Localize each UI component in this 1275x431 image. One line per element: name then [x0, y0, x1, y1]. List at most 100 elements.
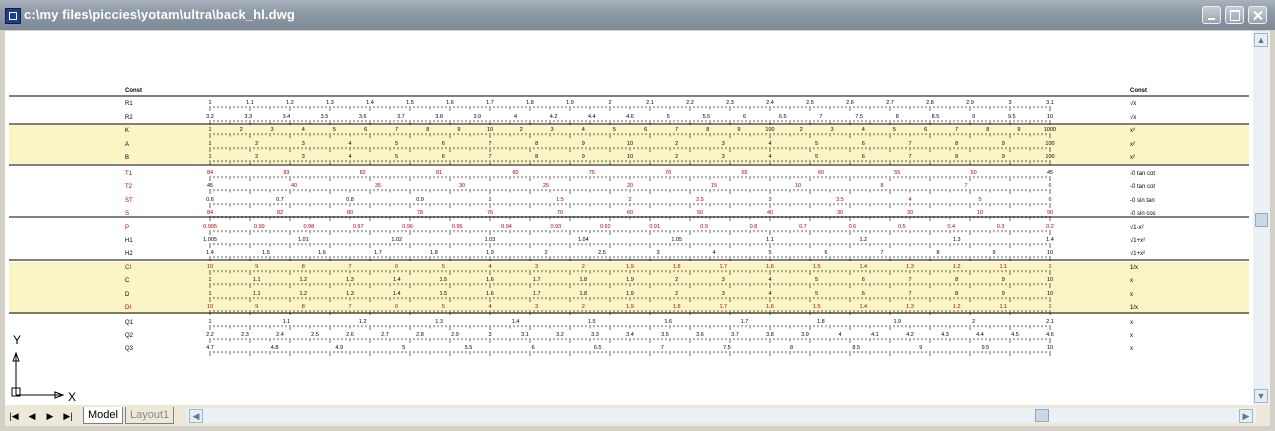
tab-layout1[interactable]: Layout1	[125, 407, 175, 424]
horizontal-scroll-thumb[interactable]	[1035, 409, 1049, 422]
scale-label: 3	[551, 127, 554, 133]
autocad-document-icon[interactable]	[5, 8, 21, 24]
scale-label: 3	[488, 332, 491, 338]
scale-label: 9	[919, 345, 922, 351]
scale-label: 1.01	[298, 237, 309, 243]
scale-label: 3	[1008, 100, 1011, 106]
scale-name: Q2	[125, 333, 134, 339]
scale-label: 7	[908, 277, 911, 283]
scale-label: 1.2	[359, 319, 367, 325]
scale-label: 81	[436, 170, 442, 176]
scale-label: 30	[837, 210, 843, 216]
scale-label: 76	[487, 210, 493, 216]
scale-label: 8	[955, 277, 958, 283]
minimize-button[interactable]	[1202, 6, 1221, 24]
scale-label: 65	[741, 170, 747, 176]
scale-label: 1.5	[406, 100, 414, 106]
autocad-drawing-window: c:\my files\piccies\yotam\ultra\back_hl.…	[0, 0, 1275, 431]
scale-label: 5	[442, 304, 445, 310]
scale-label: 1.1	[283, 319, 291, 325]
first-tab-icon[interactable]: |◀	[7, 409, 21, 423]
scroll-down-button[interactable]: ▼	[1254, 389, 1268, 403]
scale-label: 20	[907, 210, 913, 216]
scale-ticks	[209, 243, 1051, 248]
scale-label: 9	[972, 114, 975, 120]
scale-label: 1.6	[486, 277, 494, 283]
scale-label: 1.1	[766, 237, 774, 243]
scale-label: 5	[395, 141, 398, 147]
scale-label: 7	[348, 304, 351, 310]
scale-formula: x	[1130, 333, 1133, 339]
scale-label: 2	[240, 127, 243, 133]
next-tab-icon[interactable]: ▶	[43, 409, 57, 423]
scale-label: 2	[628, 197, 631, 203]
tab-model[interactable]: Model	[83, 407, 123, 424]
scale-label: 7	[955, 127, 958, 133]
scale-label: 5	[815, 291, 818, 297]
scale-label: 0.6	[206, 197, 214, 203]
scale-label: 1.1	[999, 304, 1007, 310]
scroll-right-button[interactable]: ▶	[1239, 409, 1253, 423]
scale-formula: x	[1130, 278, 1133, 284]
maximize-button[interactable]	[1225, 6, 1244, 24]
scale-label: 8	[302, 264, 305, 270]
scale-label: 3.5	[836, 197, 844, 203]
scroll-up-button[interactable]: ▲	[1254, 33, 1268, 47]
close-button[interactable]	[1248, 6, 1267, 24]
scale-label: 0.99	[254, 224, 265, 230]
scale-label: 2	[675, 277, 678, 283]
vertical-scrollbar[interactable]: ▲ ▼	[1253, 31, 1270, 405]
vertical-scroll-thumb[interactable]	[1255, 213, 1268, 227]
scale-label: 6	[862, 154, 865, 160]
horizontal-scrollbar[interactable]: ◀ ▶	[187, 408, 1256, 423]
scale-label: 100	[765, 127, 774, 133]
scale-label: 0.7	[276, 197, 284, 203]
scale-label: 1.7	[719, 304, 727, 310]
scroll-left-button[interactable]: ◀	[189, 409, 203, 423]
scale-label: 10	[795, 183, 801, 189]
ucs-icon: Y X	[11, 333, 76, 404]
scale-label: 1.8	[673, 264, 681, 270]
scale-label: 7	[908, 154, 911, 160]
scale-label: 4.2	[550, 114, 558, 120]
scale-label: 3.5	[321, 114, 329, 120]
scale-label: 4.3	[941, 332, 949, 338]
scale-label: 2	[520, 127, 523, 133]
title-bar[interactable]: c:\my files\piccies\yotam\ultra\back_hl.…	[0, 0, 1275, 30]
scale-label: 3	[535, 304, 538, 310]
scale-label: 3	[722, 291, 725, 297]
scale-label: 1.6	[318, 250, 326, 256]
scale-label: 2	[608, 100, 611, 106]
scale-label: 2.8	[416, 332, 424, 338]
scale-label: 50	[697, 210, 703, 216]
scale-label: 5	[442, 264, 445, 270]
scale-label: 4	[302, 127, 305, 133]
scale-name: DI	[125, 305, 131, 311]
scale-label: 3.6	[696, 332, 704, 338]
scale-formula: x²	[1130, 155, 1135, 161]
scale-label: 8	[302, 304, 305, 310]
scale-label: 9	[582, 141, 585, 147]
previous-tab-icon[interactable]: ◀	[25, 409, 39, 423]
scale-label: 4.4	[588, 114, 596, 120]
drawing-canvas[interactable]: R1 √x 1 1.1 1.2 1.3 1.4 1.5 1.6 1.7 1.8 1.9 2 2.1 2.2 2…	[5, 31, 1253, 405]
scale-label: 0.9	[416, 197, 424, 203]
scale-label: 60	[818, 170, 824, 176]
scale-ticks	[209, 176, 1051, 181]
scale-label: 1.3	[346, 291, 354, 297]
last-tab-icon[interactable]: ▶|	[61, 409, 75, 423]
scale-label: 4.9	[335, 345, 343, 351]
scale-name: C	[125, 278, 130, 284]
scale-label: 25	[543, 183, 549, 189]
scale-label: 3	[722, 141, 725, 147]
scale-label: 2.4	[276, 332, 284, 338]
scale-label: 2.9	[451, 332, 459, 338]
scale-label: 3.5	[661, 332, 669, 338]
scale-label: 1.2	[953, 264, 961, 270]
layout-tab-bar: |◀ ◀ ▶ ▶| Model Layout1 ◀ ▶	[5, 405, 1270, 426]
scale-label: 15	[711, 183, 717, 189]
scale-label: 0.94	[501, 224, 512, 230]
scale-name: ST	[125, 198, 133, 204]
scale-label: 1	[208, 127, 211, 133]
scale-label: 60	[627, 210, 633, 216]
